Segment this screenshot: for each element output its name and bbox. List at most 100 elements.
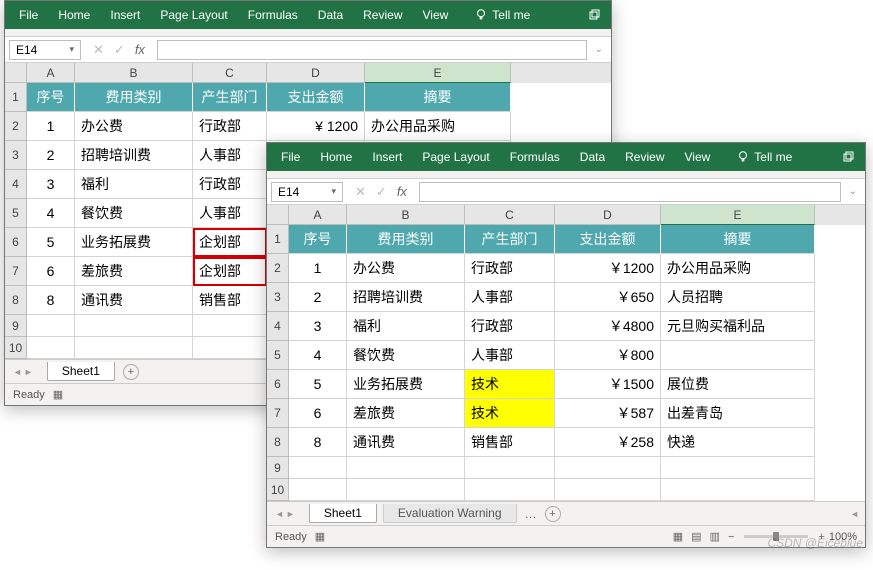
header-cell[interactable]: 序号 [289, 225, 347, 254]
cell[interactable]: 业务拓展费 [75, 228, 193, 257]
row-header[interactable]: 6 [5, 228, 27, 257]
confirm-icon[interactable]: ✓ [114, 42, 125, 58]
cell[interactable] [555, 457, 661, 479]
name-box[interactable]: E14 ▾ [271, 182, 343, 202]
restore-window-icon[interactable] [583, 9, 607, 21]
formula-bar[interactable] [419, 182, 841, 202]
cell[interactable]: 销售部 [193, 286, 267, 315]
cell[interactable]: 2 [27, 141, 75, 170]
tab-page-layout[interactable]: Page Layout [150, 1, 237, 29]
header-cell[interactable]: 产生部门 [465, 225, 555, 254]
select-all-corner[interactable] [5, 63, 27, 83]
select-all-corner[interactable] [267, 205, 289, 225]
cell[interactable]: 人员招聘 [661, 283, 815, 312]
col-header-c[interactable]: C [465, 205, 555, 225]
cell[interactable]: 4 [27, 199, 75, 228]
cell[interactable]: 通讯费 [75, 286, 193, 315]
cell[interactable]: 8 [289, 428, 347, 457]
add-sheet-button[interactable]: + [123, 364, 139, 380]
formula-expand-icon[interactable]: ⌄ [845, 186, 861, 197]
col-header-b[interactable]: B [347, 205, 465, 225]
cell[interactable]: 人事部 [465, 341, 555, 370]
col-header-d[interactable]: D [267, 63, 365, 83]
view-normal-icon[interactable]: ▦ [673, 530, 683, 543]
cell[interactable] [555, 479, 661, 501]
cell[interactable]: 餐饮费 [75, 199, 193, 228]
col-header-e[interactable]: E [365, 63, 511, 83]
row-header[interactable]: 7 [5, 257, 27, 286]
cell[interactable] [347, 479, 465, 501]
row-header[interactable]: 4 [267, 312, 289, 341]
zoom-out-icon[interactable]: − [728, 531, 734, 543]
cell[interactable] [193, 337, 267, 359]
header-cell[interactable]: 摘要 [661, 225, 815, 254]
cell[interactable] [289, 457, 347, 479]
cell[interactable]: 办公用品采购 [661, 254, 815, 283]
tab-file[interactable]: File [9, 1, 48, 29]
macro-record-icon[interactable]: ▦ [315, 530, 325, 543]
cell[interactable] [347, 457, 465, 479]
row-header[interactable]: 10 [5, 337, 27, 359]
cell[interactable] [661, 479, 815, 501]
cell[interactable]: 招聘培训费 [347, 283, 465, 312]
cell[interactable] [27, 337, 75, 359]
row-header[interactable]: 5 [5, 199, 27, 228]
cell[interactable]: 办公费 [347, 254, 465, 283]
row-header[interactable]: 5 [267, 341, 289, 370]
tab-data[interactable]: Data [308, 1, 353, 29]
header-cell[interactable]: 支出金额 [555, 225, 661, 254]
restore-window-icon[interactable] [837, 151, 861, 163]
col-header-c[interactable]: C [193, 63, 267, 83]
view-page-layout-icon[interactable]: ▤ [691, 530, 701, 543]
row-header[interactable]: 9 [267, 457, 289, 479]
cell[interactable]: ￥1500 [555, 370, 661, 399]
sheet-nav-next-icon[interactable]: ► [24, 367, 33, 377]
tab-review[interactable]: Review [615, 143, 674, 171]
tell-me[interactable]: Tell me [458, 1, 540, 29]
cell[interactable]: 差旅费 [75, 257, 193, 286]
header-cell[interactable]: 产生部门 [193, 83, 267, 112]
fx-icon[interactable]: fx [135, 42, 145, 57]
header-cell[interactable]: 费用类别 [75, 83, 193, 112]
cell[interactable]: ￥650 [555, 283, 661, 312]
sheet-nav-next-icon[interactable]: ► [286, 509, 295, 519]
row-header[interactable]: 7 [267, 399, 289, 428]
row-header[interactable]: 9 [5, 315, 27, 337]
cell[interactable]: 4 [289, 341, 347, 370]
cell[interactable]: 福利 [347, 312, 465, 341]
cell[interactable] [27, 315, 75, 337]
tab-page-layout[interactable]: Page Layout [412, 143, 499, 171]
cell[interactable] [661, 341, 815, 370]
cell[interactable] [193, 315, 267, 337]
cell[interactable]: ￥587 [555, 399, 661, 428]
name-box-dropdown-icon[interactable]: ▾ [69, 44, 74, 55]
cancel-icon[interactable]: ✕ [355, 184, 366, 200]
tab-view[interactable]: View [675, 143, 721, 171]
cell[interactable]: 办公用品采购 [365, 112, 511, 141]
hscroll-left-icon[interactable]: ◄ [844, 509, 865, 519]
cell[interactable]: 快递 [661, 428, 815, 457]
cell[interactable]: 企划部 [193, 257, 267, 286]
sheet-tab-sheet1[interactable]: Sheet1 [47, 362, 115, 381]
tab-formulas[interactable]: Formulas [238, 1, 308, 29]
sheet-nav-prev-icon[interactable]: ◄ [13, 367, 22, 377]
cell[interactable]: 5 [27, 228, 75, 257]
cell[interactable]: 技术 [465, 399, 555, 428]
row-header[interactable]: 2 [5, 112, 27, 141]
sheet-tab-sheet1[interactable]: Sheet1 [309, 504, 377, 523]
cell[interactable]: ¥ 1200 [267, 112, 365, 141]
macro-record-icon[interactable]: ▦ [53, 388, 63, 401]
cell[interactable]: 人事部 [465, 283, 555, 312]
row-header[interactable]: 10 [267, 479, 289, 501]
cell[interactable]: 行政部 [465, 254, 555, 283]
sheet-nav-prev-icon[interactable]: ◄ [275, 509, 284, 519]
header-cell[interactable]: 费用类别 [347, 225, 465, 254]
cell[interactable]: ￥258 [555, 428, 661, 457]
tab-home[interactable]: Home [48, 1, 100, 29]
cell[interactable]: 餐饮费 [347, 341, 465, 370]
cell[interactable]: 行政部 [465, 312, 555, 341]
cell[interactable]: 展位费 [661, 370, 815, 399]
tell-me[interactable]: Tell me [720, 143, 802, 171]
cell[interactable]: 6 [27, 257, 75, 286]
formula-bar[interactable] [157, 40, 587, 60]
